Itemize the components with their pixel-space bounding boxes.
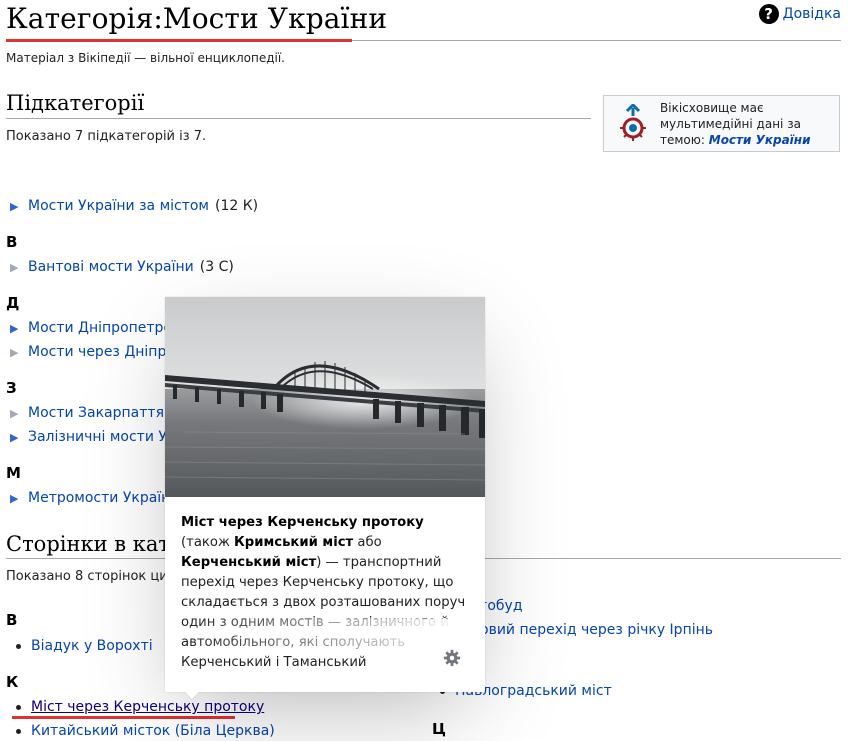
subcategories-count: Показано 7 підкатегорій із 7. xyxy=(6,129,207,144)
subcategories-heading: Підкатегорії xyxy=(6,91,145,115)
subcategory-item[interactable]: ▶ Вантові мости України (3 С) xyxy=(10,259,234,275)
subcategory-link[interactable]: Мости через Дніпро xyxy=(28,344,175,360)
expand-triangle-icon[interactable]: ▶ xyxy=(10,322,22,335)
preview-text: або xyxy=(353,535,382,550)
list-item[interactable]: Міст через Керченську протоку xyxy=(12,699,264,715)
expand-triangle-icon[interactable]: ▶ xyxy=(10,407,22,420)
popup-pointer xyxy=(184,691,200,699)
page-link[interactable]: Віадук у Ворохті xyxy=(31,638,153,654)
subcategory-item[interactable]: ▶ Мости Дніпропетровс xyxy=(10,320,188,336)
expand-triangle-icon[interactable]: ▶ xyxy=(10,492,22,505)
text-fade xyxy=(181,619,471,651)
title-highlight xyxy=(6,39,352,42)
list-item[interactable]: гобуд xyxy=(480,598,523,614)
help-label[interactable]: Довідка xyxy=(783,6,841,22)
commons-text: Вікісховище має мультимедійні дані за те… xyxy=(660,100,835,148)
site-subtitle: Матеріал з Вікіпедії — вільної енциклопе… xyxy=(6,51,285,65)
bullet xyxy=(16,704,21,710)
group-letter: В xyxy=(6,611,18,629)
subcategory-item[interactable]: ▶ Мости через Дніпро ( xyxy=(10,344,186,360)
subcategory-item[interactable]: ▶ Мости України за містом (12 К) xyxy=(10,198,258,214)
subcategory-link[interactable]: Вантові мости України xyxy=(28,259,194,275)
page-preview-popup[interactable]: Міст через Керченську протоку (також Кри… xyxy=(165,297,485,692)
preview-alt-name: Кримський міст xyxy=(234,535,354,550)
commons-logo-icon[interactable] xyxy=(616,104,650,144)
subcategory-item[interactable]: ▶ Метромости України xyxy=(10,490,179,506)
page-link-active[interactable]: Міст через Керченську протоку xyxy=(31,699,264,715)
expand-triangle-icon[interactable]: ▶ xyxy=(10,200,22,213)
help-icon[interactable]: ? xyxy=(758,4,779,24)
subcategory-item[interactable]: ▶ Мости Закарпаття (2 xyxy=(10,405,184,421)
help-link[interactable]: ? Довідка xyxy=(758,4,841,24)
preview-alt-name: Керченський міст xyxy=(181,555,317,570)
page-link[interactable]: гобуд xyxy=(480,598,523,614)
subcategory-link[interactable]: Метромости України xyxy=(28,490,179,506)
group-letter: З xyxy=(6,379,17,397)
subcategory-count: (3 С) xyxy=(199,259,234,275)
group-letter: Ц xyxy=(432,720,446,738)
expand-triangle-icon[interactable]: ▶ xyxy=(10,431,22,444)
commons-link[interactable]: Мости України xyxy=(709,133,811,147)
gear-icon[interactable] xyxy=(443,649,461,667)
preview-text: (також xyxy=(181,535,235,550)
expand-triangle-icon[interactable]: ▶ xyxy=(10,261,22,274)
list-item[interactable]: овий перехід через річку Ірпінь xyxy=(480,622,713,638)
page-title: Категорія:Мости України xyxy=(6,2,388,35)
list-item[interactable]: Віадук у Ворохті xyxy=(12,638,153,654)
subcategory-link[interactable]: Мости Дніпропетровс xyxy=(28,320,188,336)
active-link-highlight xyxy=(12,716,235,719)
group-letter: Д xyxy=(6,294,20,312)
group-letter: В xyxy=(6,233,18,251)
group-letter: К xyxy=(6,673,19,691)
subcategory-link[interactable]: Мости України за містом xyxy=(28,198,209,214)
bullet xyxy=(16,728,21,734)
preview-title: Міст через Керченську протоку xyxy=(181,515,424,530)
commons-box: Вікісховище має мультимедійні дані за те… xyxy=(603,95,840,152)
subcategory-link[interactable]: Мости Закарпаття xyxy=(28,405,164,421)
pages-count: Показано 8 сторінок циєї xyxy=(6,569,179,584)
group-letter: М xyxy=(6,464,21,482)
preview-image[interactable] xyxy=(165,297,485,497)
subcategory-count: (12 К) xyxy=(215,198,259,214)
list-item[interactable]: Китайський місток (Біла Церква) xyxy=(12,723,275,739)
subcategories-divider xyxy=(6,118,591,119)
preview-text: ) — транспортний перехід через Керченськ… xyxy=(181,555,466,670)
expand-triangle-icon[interactable]: ▶ xyxy=(10,346,22,359)
bullet xyxy=(16,643,21,649)
page-link[interactable]: овий перехід через річку Ірпінь xyxy=(480,622,713,638)
page-link[interactable]: Китайський місток (Біла Церква) xyxy=(31,723,275,739)
